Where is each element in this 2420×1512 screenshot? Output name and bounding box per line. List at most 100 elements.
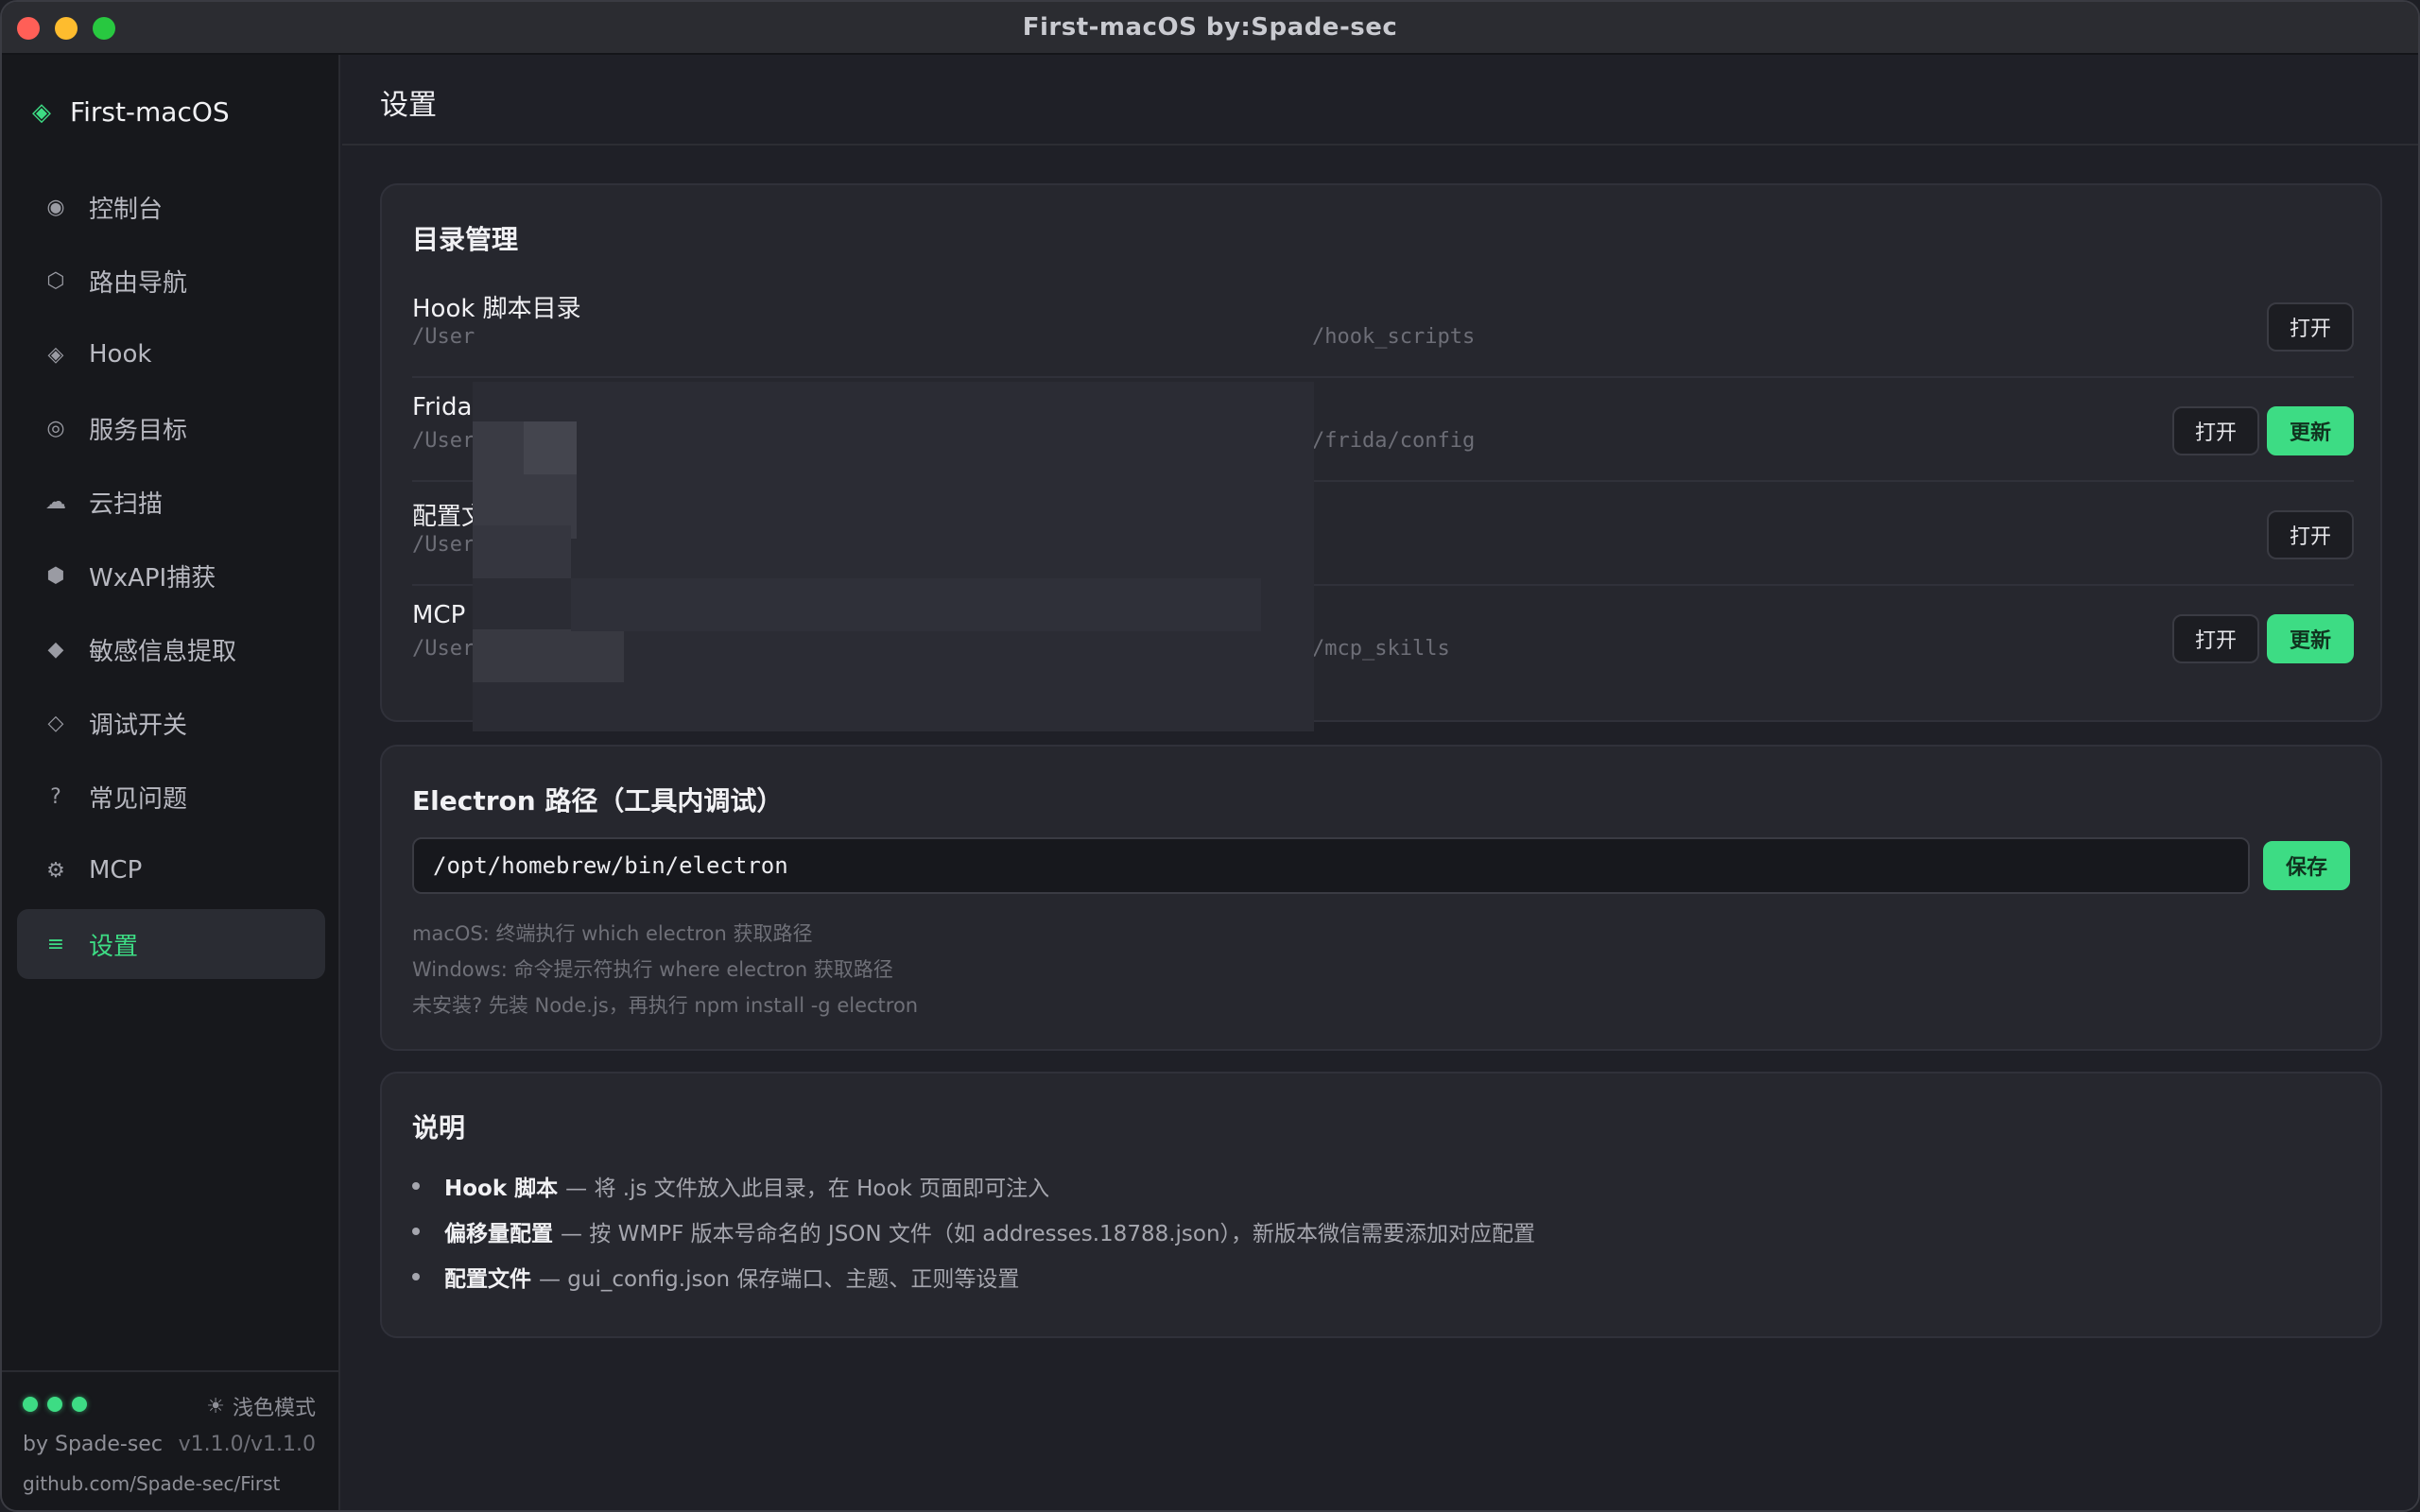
page-title: 设置 xyxy=(380,89,437,122)
dir-row-hook: Hook 脚本目录 /User /hook_scripts 打开 xyxy=(412,276,2354,378)
note-text: — 将 .js 文件放入此目录，在 Hook 页面即可注入 xyxy=(565,1177,1050,1201)
note-key: Hook 脚本 xyxy=(444,1177,559,1201)
open-frida-dir-button[interactable]: 打开 xyxy=(2171,406,2259,455)
brand: ◈ First-macOS xyxy=(32,96,230,128)
redaction-block xyxy=(524,421,577,474)
open-hook-dir-button[interactable]: 打开 xyxy=(2266,302,2354,352)
save-button[interactable]: 保存 xyxy=(2262,841,2350,890)
sidebar-item-label: MCP xyxy=(89,856,143,885)
sidebar-item-label: Hook xyxy=(89,340,152,369)
minimize-window-button[interactable] xyxy=(55,17,78,40)
status-dot xyxy=(47,1397,62,1412)
sidebar-item-sensitive-extract[interactable]: ◆ 敏感信息提取 xyxy=(17,614,325,684)
update-frida-button[interactable]: 更新 xyxy=(2266,406,2354,455)
sidebar: ◈ First-macOS ◉ 控制台 ⬡ 路由导航 ◈ Hook ◎ 服务目标 ☁ 云扫描 ⬢ Wx… xyxy=(2,55,340,1510)
bullet-dot xyxy=(412,1182,420,1190)
hint-macos: macOS: 终端执行 which electron 获取路径 xyxy=(412,922,813,945)
mcp-icon: ⚙ xyxy=(46,858,65,883)
sidebar-item-console[interactable]: ◉ 控制台 xyxy=(17,172,325,242)
dir-path-start: /User xyxy=(412,637,475,661)
sidebar-footer: ☀ 浅色模式 by Spade-sec v1.1.0/v1.1.0 github… xyxy=(2,1370,338,1510)
maximize-window-button[interactable] xyxy=(93,17,115,40)
sidebar-item-label: 常见问题 xyxy=(89,784,188,814)
note-text: — 按 WMPF 版本号命名的 JSON 文件（如 addresses.1878… xyxy=(561,1222,1536,1246)
sun-icon: ☀ xyxy=(206,1394,225,1418)
bullet-dot xyxy=(412,1228,420,1235)
dir-path-start: /User xyxy=(412,429,475,453)
wxapi-capture-icon: ⬢ xyxy=(46,563,65,588)
faq-icon: ? xyxy=(50,784,61,809)
sidebar-item-label: 云扫描 xyxy=(89,490,164,519)
dir-path-end: /frida/config xyxy=(1312,429,1476,453)
sidebar-item-debug-switch[interactable]: ◇ 调试开关 xyxy=(17,688,325,758)
cloud-scan-icon: ☁ xyxy=(45,490,66,514)
electron-path-title: Electron 路径（工具内调试） xyxy=(412,785,784,816)
electron-path-input[interactable]: /opt/homebrew/bin/electron xyxy=(412,837,2250,894)
settings-icon: ≡ xyxy=(46,932,65,956)
title-bar: First-macOS by:Spade-sec xyxy=(2,2,2418,55)
sidebar-item-faq[interactable]: ? 常见问题 xyxy=(17,762,325,832)
sidebar-item-hook[interactable]: ◈ Hook xyxy=(17,319,325,389)
note-key: 配置文件 xyxy=(444,1267,531,1292)
sidebar-item-label: 控制台 xyxy=(89,195,164,224)
electron-path-card: Electron 路径（工具内调试） /opt/homebrew/bin/ele… xyxy=(380,745,2382,1051)
dir-path-end: /hook_scripts xyxy=(1312,325,1476,349)
dir-path-end: /mcp_skills xyxy=(1312,637,1450,661)
notes-title: 说明 xyxy=(412,1112,466,1143)
diamond-icon: ◈ xyxy=(32,97,51,127)
app-window: First-macOS by:Spade-sec ◈ First-macOS ◉… xyxy=(0,0,2420,1512)
open-config-dir-button[interactable]: 打开 xyxy=(2266,510,2354,559)
status-dot xyxy=(23,1397,38,1412)
notes-card: 说明 Hook 脚本 — 将 .js 文件放入此目录，在 Hook 页面即可注入… xyxy=(380,1072,2382,1338)
note-item: 配置文件 — gui_config.json 保存端口、主题、正则等设置 xyxy=(412,1261,1019,1293)
dir-path-start: /User xyxy=(412,325,475,349)
dir-path-start: /User xyxy=(412,533,475,557)
window-controls xyxy=(17,17,115,40)
note-item: 偏移量配置 — 按 WMPF 版本号命名的 JSON 文件（如 addresse… xyxy=(412,1215,1535,1247)
service-target-icon: ◎ xyxy=(46,416,65,440)
dir-management-card: 目录管理 Hook 脚本目录 /User /hook_scripts 打开 Fr… xyxy=(380,183,2382,731)
hook-icon: ◈ xyxy=(47,342,64,367)
dir-name: Frida xyxy=(412,393,473,421)
sidebar-item-mcp[interactable]: ⚙ MCP xyxy=(17,835,325,905)
sensitive-extract-icon: ◆ xyxy=(47,637,64,662)
console-icon: ◉ xyxy=(46,195,65,219)
page-header: 设置 xyxy=(342,55,2418,146)
brand-name: First-macOS xyxy=(70,96,230,128)
status-dots xyxy=(23,1397,87,1412)
debug-switch-icon: ◇ xyxy=(47,711,64,735)
sidebar-nav: ◉ 控制台 ⬡ 路由导航 ◈ Hook ◎ 服务目标 ☁ 云扫描 ⬢ WxAPI捕获 ◆ 敏感信息提取 ◇ 调… xyxy=(17,172,325,983)
sidebar-item-label: WxAPI捕获 xyxy=(89,563,216,593)
note-text: — gui_config.json 保存端口、主题、正则等设置 xyxy=(539,1267,1020,1292)
sidebar-item-label: 敏感信息提取 xyxy=(89,637,237,666)
sidebar-item-label: 设置 xyxy=(89,932,139,961)
status-dot xyxy=(72,1397,87,1412)
note-item: Hook 脚本 — 将 .js 文件放入此目录，在 Hook 页面即可注入 xyxy=(412,1170,1049,1202)
main-content: 设置 目录管理 Hook 脚本目录 /User /hook_scripts 打开… xyxy=(342,55,2418,1510)
hint-windows: Windows: 命令提示符执行 where electron 获取路径 xyxy=(412,958,893,981)
route-nav-icon: ⬡ xyxy=(46,268,65,293)
note-key: 偏移量配置 xyxy=(444,1222,553,1246)
open-mcp-dir-button[interactable]: 打开 xyxy=(2171,614,2259,663)
author-label: by Spade-sec xyxy=(23,1433,163,1456)
sidebar-item-cloud-scan[interactable]: ☁ 云扫描 xyxy=(17,467,325,537)
light-mode-toggle[interactable]: ☀ 浅色模式 xyxy=(206,1391,316,1421)
version-label: v1.1.0/v1.1.0 xyxy=(178,1433,316,1456)
github-link[interactable]: github.com/Spade-sec/First xyxy=(23,1472,280,1495)
hint-install: 未安装? 先装 Node.js，再执行 npm install -g elect… xyxy=(412,994,919,1017)
sidebar-item-label: 服务目标 xyxy=(89,416,188,445)
close-window-button[interactable] xyxy=(17,17,40,40)
sidebar-item-service-target[interactable]: ◎ 服务目标 xyxy=(17,393,325,463)
sidebar-item-settings[interactable]: ≡ 设置 xyxy=(17,909,325,979)
window-title: First-macOS by:Spade-sec xyxy=(1022,13,1398,42)
update-mcp-button[interactable]: 更新 xyxy=(2266,614,2354,663)
sidebar-item-label: 路由导航 xyxy=(89,268,188,298)
sidebar-item-label: 调试开关 xyxy=(89,711,188,740)
dir-management-title: 目录管理 xyxy=(412,224,519,255)
redaction-block xyxy=(571,578,1261,631)
redaction-block xyxy=(473,629,624,682)
sidebar-item-route-nav[interactable]: ⬡ 路由导航 xyxy=(17,246,325,316)
sidebar-item-wxapi-capture[interactable]: ⬢ WxAPI捕获 xyxy=(17,541,325,610)
bullet-dot xyxy=(412,1273,420,1280)
dir-name: Hook 脚本目录 xyxy=(412,295,581,323)
